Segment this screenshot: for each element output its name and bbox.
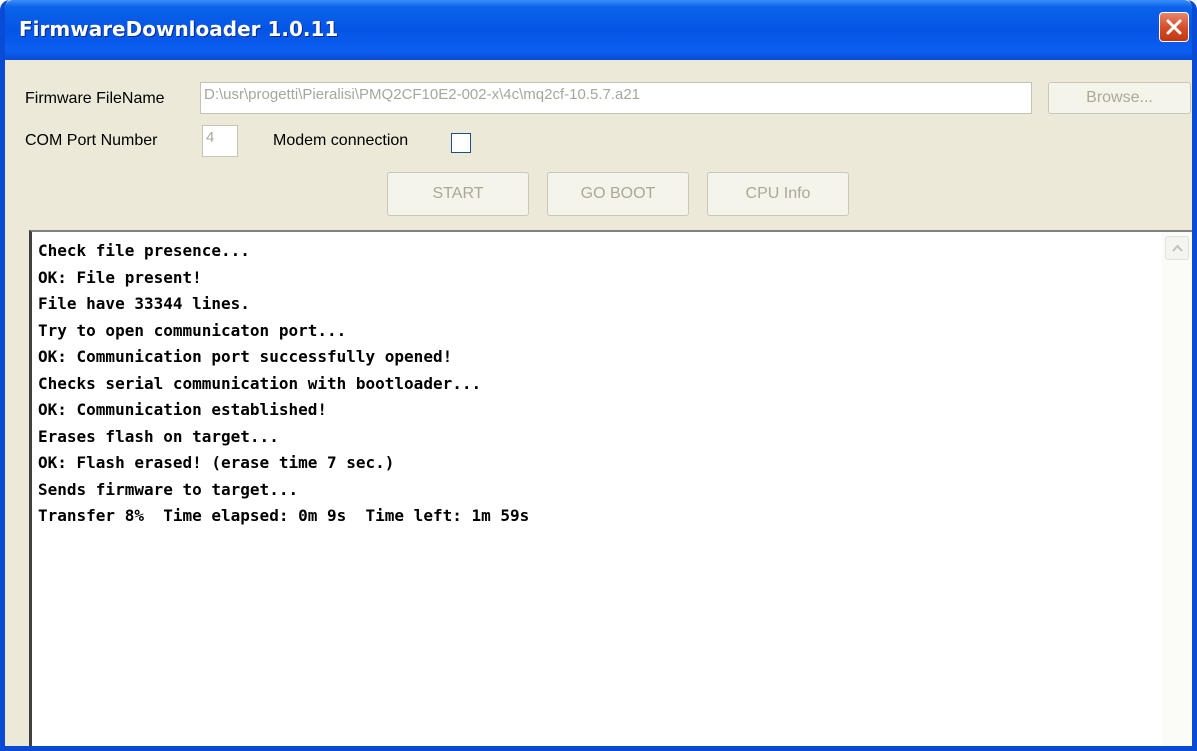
modem-connection-label: Modem connection (273, 132, 409, 149)
close-button[interactable] (1159, 12, 1189, 42)
log-line: OK: File present! (38, 267, 202, 287)
modem-connection-checkbox[interactable] (451, 133, 471, 153)
log-lines: Check file presence... OK: File present! F… (38, 238, 1156, 530)
log-line: OK: Communication port successfully open… (38, 347, 453, 366)
firmware-path-field[interactable]: D:\usr\progetti\Pieralisi\PMQ2CF10E2-002… (200, 82, 1032, 114)
client-area: Firmware FileName D:\usr\progetti\Pieral… (5, 60, 1192, 746)
log-output[interactable]: Check file presence... OK: File present! F… (29, 230, 1192, 746)
app-window: FirmwareDownloader 1.0.11 Firmware FileN… (0, 0, 1197, 751)
firmware-filename-label: Firmware FileName (25, 90, 165, 107)
arrow-up-icon (1172, 244, 1183, 252)
start-button[interactable]: START (387, 172, 529, 216)
log-line: Sends firmware to target... (38, 479, 299, 499)
log-line: OK: Flash erased! (erase time 7 sec.) (38, 453, 395, 472)
title-bar[interactable]: FirmwareDownloader 1.0.11 (5, 0, 1192, 60)
vertical-scrollbar[interactable] (1162, 232, 1192, 746)
log-line: Checks serial communication with bootloa… (38, 373, 482, 393)
log-line: File have 33344 lines. (38, 294, 250, 313)
com-port-label: COM Port Number (25, 132, 158, 149)
close-icon (1166, 19, 1182, 35)
log-line: Check file presence... (38, 241, 250, 260)
go-boot-button[interactable]: GO BOOT (547, 172, 689, 216)
cpu-info-button[interactable]: CPU Info (707, 172, 849, 216)
log-line: OK: Communication established! (38, 400, 327, 419)
browse-button[interactable]: Browse... (1048, 82, 1191, 114)
com-port-field[interactable]: 4 (202, 125, 238, 157)
log-line: Erases flash on target... (38, 426, 279, 446)
log-line: Transfer 8% Time elapsed: 0m 9s Time lef… (38, 506, 530, 525)
window-title: FirmwareDownloader 1.0.11 (19, 17, 339, 41)
scroll-up-button[interactable] (1165, 236, 1189, 260)
log-line: Try to open communicaton port... (38, 320, 347, 340)
